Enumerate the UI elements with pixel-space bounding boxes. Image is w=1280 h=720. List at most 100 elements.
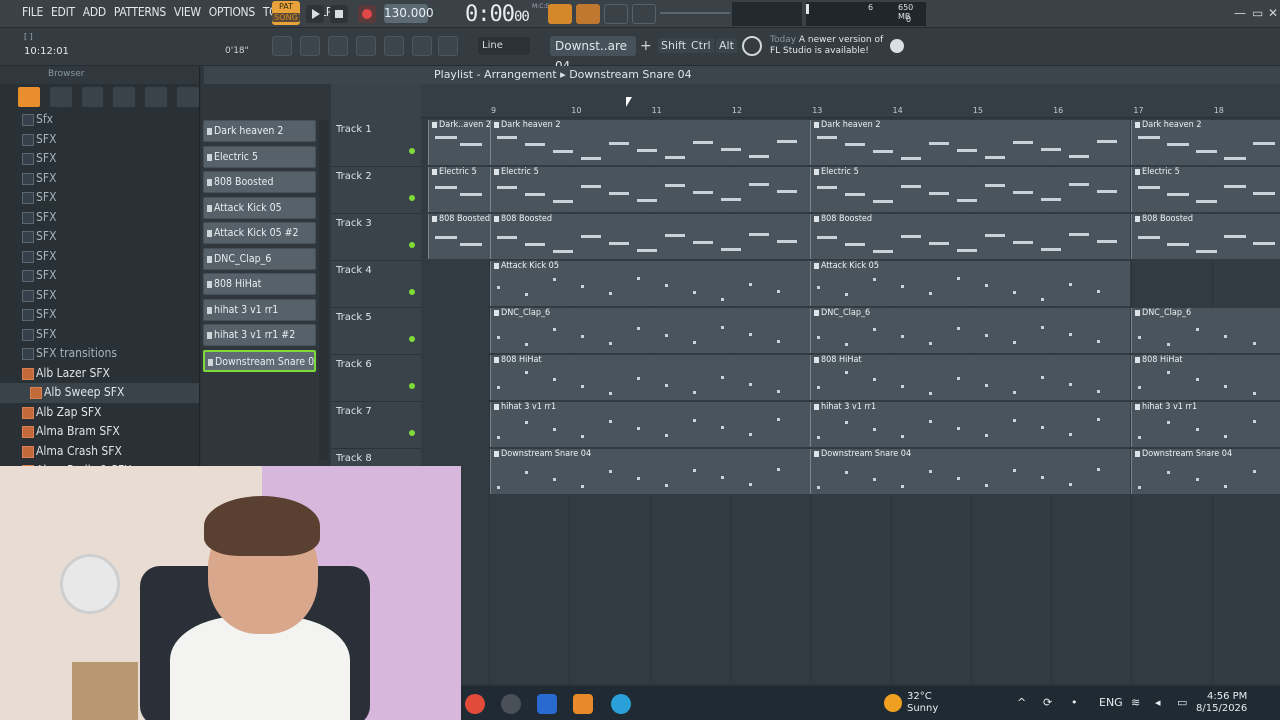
browser-star-icon[interactable] xyxy=(177,87,199,107)
browser-item[interactable]: SFX transitions xyxy=(0,344,199,364)
microphone-tray-icon[interactable]: • xyxy=(1071,696,1078,709)
pattern-clip[interactable]: Electric 5 xyxy=(1131,167,1280,212)
shift-key-button[interactable]: Shift xyxy=(658,38,690,53)
fl-studio-icon[interactable] xyxy=(573,694,593,714)
track-header[interactable]: Track 5 xyxy=(331,308,421,355)
snap-select[interactable]: Line xyxy=(478,37,530,55)
pattern-clip[interactable]: Electric 5 xyxy=(810,167,1130,212)
tray-chevron-icon[interactable]: ^ xyxy=(1017,696,1026,709)
maximize-icon[interactable]: ▭ xyxy=(1252,6,1263,20)
channel-button[interactable]: 808 Boosted xyxy=(203,171,316,193)
ctrl-key-button[interactable]: Ctrl xyxy=(688,38,714,53)
menu-options[interactable]: OPTIONS xyxy=(209,5,255,19)
weather-widget[interactable]: 32°C Sunny xyxy=(907,691,938,715)
channel-button[interactable]: Attack Kick 05 xyxy=(203,196,316,219)
channel-rack-icon[interactable] xyxy=(328,36,348,56)
stop-icon[interactable] xyxy=(330,5,348,23)
track-mute-led[interactable] xyxy=(409,242,415,248)
pattern-clip[interactable]: 808 Boosted xyxy=(428,214,490,259)
track-mute-led[interactable] xyxy=(409,336,415,342)
track-mute-led[interactable] xyxy=(409,195,415,201)
pattern-clip[interactable]: hihat 3 v1 rr1 xyxy=(490,402,810,447)
channel-button[interactable]: hihat 3 v1 rr1 xyxy=(203,298,316,321)
mixer-icon[interactable] xyxy=(356,36,376,56)
pattern-clip[interactable]: Attack Kick 05 xyxy=(490,261,810,306)
pattern-clip[interactable]: 808 HiHat xyxy=(1131,355,1280,400)
track-mute-led[interactable] xyxy=(409,148,415,154)
browser-item[interactable]: SFX xyxy=(0,208,199,228)
close-icon[interactable]: ✕ xyxy=(1268,6,1278,20)
loop-record-icon[interactable] xyxy=(632,4,656,24)
browser-cloud-icon[interactable] xyxy=(145,87,168,107)
pattern-clip[interactable]: hihat 3 v1 rr1 xyxy=(1131,402,1280,447)
browser-item[interactable]: Alma Crash SFX xyxy=(0,442,199,462)
channel-button[interactable]: DNC_Clap_6 xyxy=(203,247,316,270)
pattern-clip[interactable]: Dark heaven 2 xyxy=(490,120,810,165)
browser-item[interactable]: SFX xyxy=(0,227,199,247)
pattern-clip[interactable]: 808 Boosted xyxy=(490,214,810,259)
browser-item[interactable]: Alb Lazer SFX xyxy=(0,364,199,384)
browser-item[interactable]: SFX xyxy=(0,130,199,150)
browser-item[interactable]: SFX xyxy=(0,325,199,345)
metronome-icon[interactable] xyxy=(548,4,572,24)
playlist-icon[interactable] xyxy=(272,36,292,56)
timeline-ruler[interactable]: 9 10 11 12 13 14 15 16 17 18 xyxy=(421,84,1280,118)
channel-button[interactable]: hihat 3 v1 rr1 #2 xyxy=(203,324,316,346)
tempo-field[interactable]: 130.000 xyxy=(384,4,434,23)
app-icon[interactable] xyxy=(501,694,521,714)
track-header[interactable]: Track 6 xyxy=(331,355,421,402)
menu-add[interactable]: ADD xyxy=(83,5,106,19)
pattern-clip[interactable]: Dark..aven 2 xyxy=(428,120,490,165)
piano-roll-icon[interactable] xyxy=(300,36,320,56)
menu-view[interactable]: VIEW xyxy=(174,5,201,19)
browser-back-icon[interactable] xyxy=(81,87,104,107)
system-clock[interactable]: 4:56 PM 8/15/2026 xyxy=(1196,691,1247,715)
pattern-clip[interactable]: 808 Boosted xyxy=(1131,214,1280,259)
news-icon[interactable] xyxy=(742,36,762,56)
channel-button[interactable]: Attack Kick 05 #2 xyxy=(203,222,316,244)
pattern-clip[interactable]: Downstream Snare 04 xyxy=(1131,449,1280,494)
pattern-selector[interactable]: Downst..are 04 xyxy=(550,36,636,73)
pattern-clip[interactable]: hihat 3 v1 rr1 xyxy=(810,402,1130,447)
browser-item[interactable]: SFX xyxy=(0,266,199,286)
track-mute-led[interactable] xyxy=(409,430,415,436)
minimize-icon[interactable]: — xyxy=(1234,6,1246,20)
battery-icon[interactable]: ▭ xyxy=(1177,696,1187,709)
playlist-arrangement[interactable]: 9 10 11 12 13 14 15 16 17 18 Dark..aven 2 Dark hea… xyxy=(421,84,1280,684)
pattern-clip[interactable]: DNC_Clap_6 xyxy=(810,308,1130,353)
browser-item[interactable]: Alb Zap SFX xyxy=(0,403,199,423)
track-mute-led[interactable] xyxy=(409,383,415,389)
channel-button[interactable]: Electric 5 xyxy=(203,145,316,168)
pattern-song-toggle[interactable]: PAT SONG xyxy=(272,1,300,25)
browser-all-icon[interactable] xyxy=(18,87,40,107)
alt-key-button[interactable]: Alt xyxy=(716,38,737,53)
record-icon[interactable] xyxy=(358,5,376,23)
pattern-clip[interactable]: Electric 5 xyxy=(428,167,490,212)
browser-toggle-icon[interactable] xyxy=(384,36,404,56)
pattern-clip[interactable]: 808 Boosted xyxy=(810,214,1130,259)
browser-item[interactable]: SFX xyxy=(0,169,199,189)
browser-web-icon[interactable] xyxy=(113,87,136,107)
wifi-icon[interactable]: ≋ xyxy=(1131,696,1140,709)
browser-item[interactable]: Alma Bram SFX xyxy=(0,422,199,442)
microphone-icon[interactable] xyxy=(438,36,458,56)
pattern-clip[interactable]: 808 HiHat xyxy=(810,355,1130,400)
language-indicator[interactable]: ENG xyxy=(1099,696,1123,709)
menu-edit[interactable]: EDIT xyxy=(51,5,75,19)
browser-item[interactable]: SFX xyxy=(0,305,199,325)
pattern-clip[interactable]: Dark heaven 2 xyxy=(810,120,1130,165)
browser-item[interactable]: SFX xyxy=(0,247,199,267)
countdown-icon[interactable] xyxy=(576,4,600,24)
browser-item[interactable]: Sfx xyxy=(0,110,199,130)
play-icon[interactable] xyxy=(306,5,324,23)
browser-item[interactable]: SFX xyxy=(0,149,199,169)
browser-item[interactable]: SFX xyxy=(0,286,199,306)
pattern-clip[interactable]: Dark heaven 2 xyxy=(1131,120,1280,165)
chrome-icon[interactable] xyxy=(465,694,485,714)
track-header[interactable]: Track 4 xyxy=(331,261,421,308)
pattern-clip[interactable]: Downstream Snare 04 xyxy=(810,449,1130,494)
menu-patterns[interactable]: PATTERNS xyxy=(114,5,166,19)
volume-icon[interactable]: ◂ xyxy=(1155,696,1161,709)
pattern-clip[interactable]: 808 HiHat xyxy=(490,355,810,400)
news-panel[interactable]: Today A newer version of FL Studio is av… xyxy=(770,35,883,57)
